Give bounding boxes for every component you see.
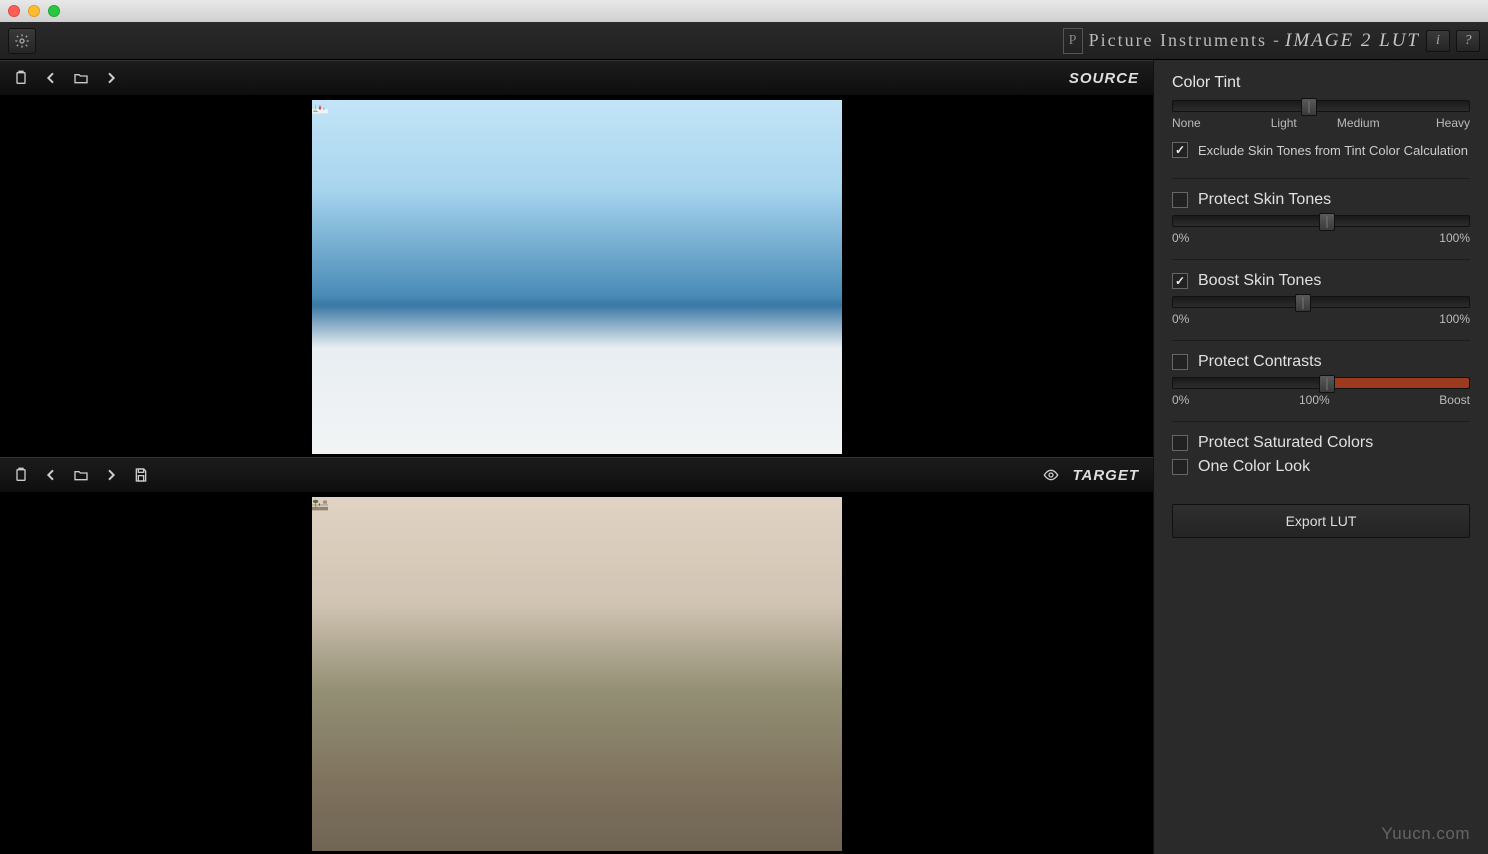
protect-contrasts-checkbox[interactable] — [1172, 354, 1188, 370]
maximize-window-button[interactable] — [48, 5, 60, 17]
protect-contrasts-section: Protect Contrasts 0% 100% Boost — [1172, 347, 1470, 422]
tint-label-none: None — [1172, 116, 1247, 130]
target-next-button[interactable] — [100, 464, 122, 486]
exclude-skin-label: Exclude Skin Tones from Tint Color Calcu… — [1198, 143, 1468, 158]
color-tint-labels: None Light Medium Heavy — [1172, 116, 1470, 130]
source-label: SOURCE — [1069, 70, 1139, 87]
clipboard-icon — [13, 467, 29, 483]
source-toolbar: SOURCE — [0, 60, 1153, 96]
source-scene-illustration — [312, 100, 328, 116]
protect-skin-slider[interactable] — [1172, 215, 1470, 227]
eye-icon — [1043, 467, 1059, 483]
protect-contrasts-range: 0% 100% Boost — [1172, 393, 1470, 407]
brand-logo: P — [1063, 28, 1083, 54]
chevron-right-icon — [103, 70, 119, 86]
app-name: image 2 lut — [1285, 30, 1420, 52]
protect-skin-label: Protect Skin Tones — [1198, 191, 1331, 209]
source-recent-button[interactable] — [10, 67, 32, 89]
chevron-right-icon — [103, 467, 119, 483]
protect-skin-range: 0% 100% — [1172, 231, 1470, 245]
target-preview-toggle[interactable] — [1040, 464, 1062, 486]
minimize-window-button[interactable] — [28, 5, 40, 17]
target-toolbar: TARGET — [0, 457, 1153, 493]
protect-contrasts-label: Protect Contrasts — [1198, 353, 1322, 371]
target-label: TARGET — [1072, 467, 1139, 484]
source-image — [312, 100, 842, 454]
source-next-button[interactable] — [100, 67, 122, 89]
color-tint-section: Color Tint None Light Medium Heavy Exclu… — [1172, 74, 1470, 179]
boost-skin-checkbox[interactable] — [1172, 273, 1188, 289]
close-window-button[interactable] — [8, 5, 20, 17]
tint-label-medium: Medium — [1321, 116, 1396, 130]
target-image — [312, 497, 842, 851]
boost-skin-max: 100% — [1439, 312, 1470, 326]
tint-label-light: Light — [1247, 116, 1322, 130]
boost-skin-section: Boost Skin Tones 0% 100% — [1172, 266, 1470, 341]
boost-skin-thumb[interactable] — [1295, 294, 1311, 312]
help-button[interactable]: ? — [1456, 30, 1480, 52]
boost-skin-min: 0% — [1172, 312, 1189, 326]
folder-icon — [73, 467, 89, 483]
target-image-area[interactable] — [0, 493, 1153, 854]
protect-saturated-label: Protect Saturated Colors — [1198, 434, 1373, 452]
target-prev-button[interactable] — [40, 464, 62, 486]
contrasts-min: 0% — [1172, 393, 1189, 407]
protect-contrasts-slider[interactable] — [1172, 377, 1470, 389]
protect-skin-max: 100% — [1439, 231, 1470, 245]
one-color-look-checkbox[interactable] — [1172, 459, 1188, 475]
settings-button[interactable] — [8, 28, 36, 54]
save-icon — [133, 467, 149, 483]
target-viewer: TARGET — [0, 457, 1153, 854]
one-color-look-label: One Color Look — [1198, 458, 1310, 476]
contrasts-mid: 100% — [1299, 393, 1330, 407]
protect-skin-checkbox[interactable] — [1172, 192, 1188, 208]
protect-skin-thumb[interactable] — [1319, 213, 1335, 231]
boost-skin-range: 0% 100% — [1172, 312, 1470, 326]
watermark: Yuucn.com — [1381, 824, 1470, 844]
export-lut-button[interactable]: Export LUT — [1172, 504, 1470, 538]
gear-icon — [14, 33, 30, 49]
info-button[interactable]: i — [1426, 30, 1450, 52]
brand-name: Picture Instruments — [1089, 30, 1267, 51]
source-open-button[interactable] — [70, 67, 92, 89]
protect-skin-section: Protect Skin Tones 0% 100% — [1172, 185, 1470, 260]
protect-contrasts-thumb[interactable] — [1319, 375, 1335, 393]
target-recent-button[interactable] — [10, 464, 32, 486]
protect-skin-min: 0% — [1172, 231, 1189, 245]
controls-panel: Color Tint None Light Medium Heavy Exclu… — [1153, 60, 1488, 854]
target-scene-illustration — [312, 497, 328, 513]
target-save-button[interactable] — [130, 464, 152, 486]
protect-saturated-checkbox[interactable] — [1172, 435, 1188, 451]
contrasts-max: Boost — [1439, 393, 1470, 407]
boost-skin-label: Boost Skin Tones — [1198, 272, 1321, 290]
target-open-button[interactable] — [70, 464, 92, 486]
source-image-area[interactable] — [0, 96, 1153, 457]
tint-label-heavy: Heavy — [1396, 116, 1471, 130]
exclude-skin-checkbox[interactable] — [1172, 142, 1188, 158]
folder-icon — [73, 70, 89, 86]
boost-skin-slider[interactable] — [1172, 296, 1470, 308]
window-title-bar — [0, 0, 1488, 22]
source-prev-button[interactable] — [40, 67, 62, 89]
chevron-left-icon — [43, 70, 59, 86]
clipboard-icon — [13, 70, 29, 86]
source-viewer: SOURCE — [0, 60, 1153, 457]
color-tint-title: Color Tint — [1172, 74, 1470, 92]
brand-separator: - — [1273, 30, 1279, 51]
color-tint-thumb[interactable] — [1301, 98, 1317, 116]
image-viewport: SOURCE — [0, 60, 1153, 854]
chevron-left-icon — [43, 467, 59, 483]
color-tint-slider[interactable] — [1172, 100, 1470, 112]
misc-checks-section: Protect Saturated Colors One Color Look — [1172, 428, 1470, 488]
app-toolbar: P Picture Instruments - image 2 lut i ? — [0, 22, 1488, 60]
